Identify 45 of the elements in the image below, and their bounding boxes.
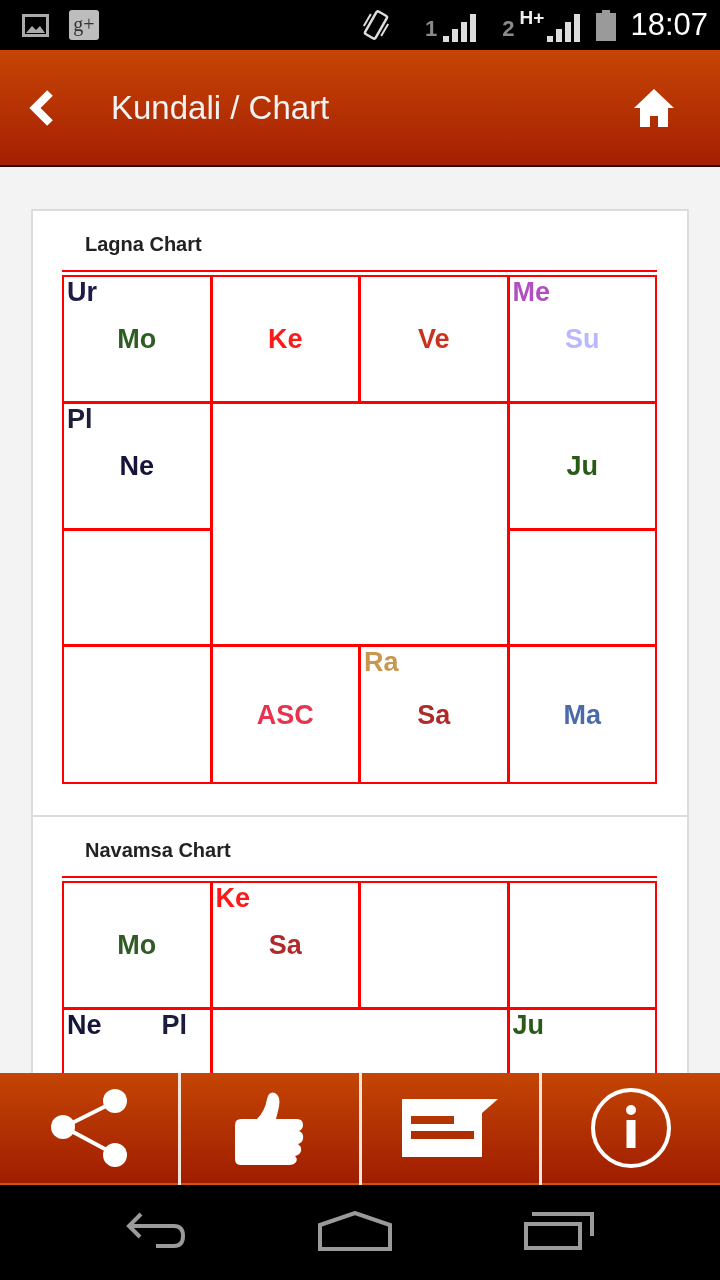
sim-slot-label: 2 — [502, 15, 515, 43]
share-button[interactable] — [0, 1073, 178, 1185]
thumbs-up-icon — [234, 1091, 305, 1165]
screen-title: Kundali / Chart — [111, 88, 330, 127]
chart-label: Sa — [417, 699, 451, 730]
info-button[interactable] — [542, 1073, 720, 1185]
signal-icon — [547, 14, 582, 42]
chart-label: Ve — [417, 324, 450, 354]
signal-icon — [443, 14, 478, 42]
chart-title: Lagna Chart — [85, 232, 203, 256]
chart-label: ASC — [256, 699, 314, 730]
chart-label: Me — [512, 277, 550, 307]
info-icon — [590, 1087, 673, 1169]
chart-label: Ne — [67, 1010, 102, 1040]
message-icon — [402, 1099, 499, 1157]
battery-icon — [596, 9, 617, 41]
chart-label: Mo — [117, 324, 157, 354]
comment-button[interactable] — [361, 1073, 540, 1185]
chart-label: Ke — [215, 883, 250, 913]
chart-label: Ur — [67, 277, 97, 307]
home-icon[interactable] — [634, 88, 674, 127]
notification-tile: g+ — [69, 10, 99, 40]
vibrate-icon — [361, 8, 392, 42]
chart-title: Navamsa Chart — [85, 838, 232, 862]
chart-label: Mo — [117, 930, 157, 960]
home-icon[interactable] — [318, 1210, 392, 1251]
chart-label: Ju — [512, 1010, 544, 1040]
back-icon[interactable] — [28, 89, 55, 126]
sim-slot-label: 1 — [425, 15, 438, 43]
chart-label: Ju — [566, 451, 598, 481]
chart-label: Su — [565, 324, 600, 354]
chart-label: Ma — [563, 699, 601, 730]
chart-label: Pl — [67, 404, 93, 434]
chart-label: Ke — [268, 324, 303, 354]
chart-label: Sa — [268, 930, 302, 960]
chart-label: Ne — [119, 451, 154, 481]
chart-label: Ra — [364, 647, 399, 677]
clock-time: 18:07 — [630, 7, 708, 43]
share-icon — [49, 1089, 128, 1167]
image-icon — [22, 13, 49, 37]
chart-label: Pl — [161, 1010, 188, 1040]
back-icon[interactable] — [126, 1211, 186, 1250]
like-button[interactable] — [180, 1073, 359, 1185]
network-type-label: H+ — [519, 7, 545, 29]
recent-apps-icon[interactable] — [524, 1211, 594, 1250]
